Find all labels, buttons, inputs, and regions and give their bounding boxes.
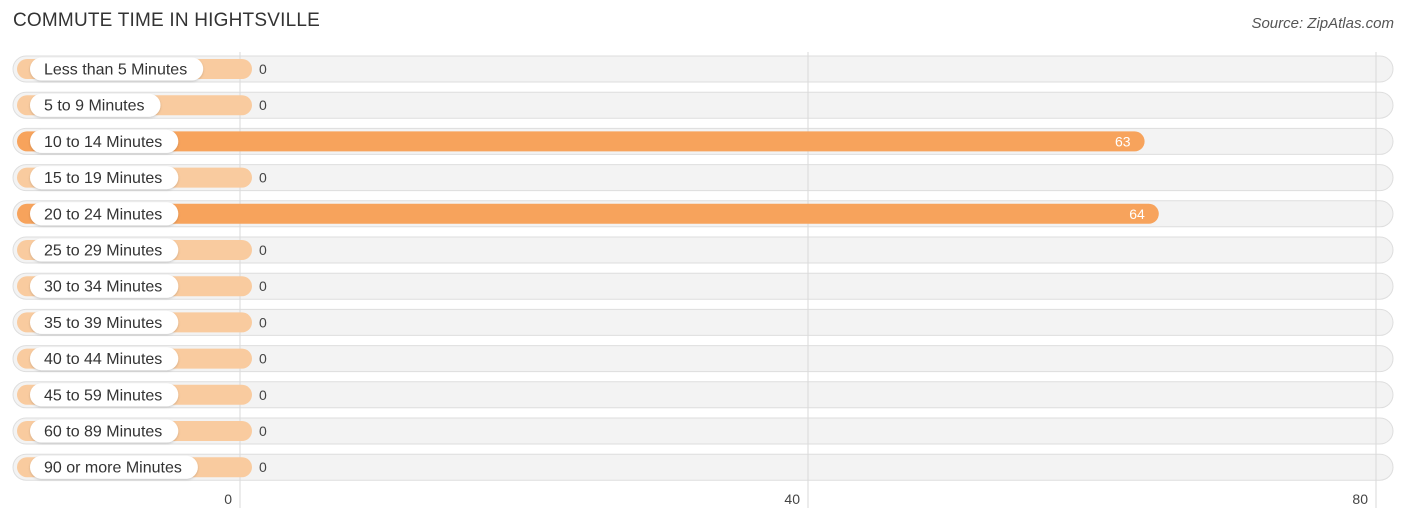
value-label: 0	[259, 97, 267, 113]
bar-row: 60 to 89 Minutes 0	[17, 419, 267, 443]
value-label: 64	[1129, 206, 1145, 222]
category-label: 25 to 29 Minutes	[44, 243, 162, 260]
x-tick-label: 0	[224, 491, 232, 507]
category-label: 15 to 19 Minutes	[44, 170, 162, 187]
category-label: 20 to 24 Minutes	[44, 206, 162, 223]
x-tick-label: 80	[1352, 491, 1368, 507]
value-label: 0	[259, 242, 267, 258]
bar-row: 45 to 59 Minutes 0	[17, 383, 267, 407]
bar-row: 90 or more Minutes 0	[17, 455, 267, 479]
bar-row: 40 to 44 Minutes 0	[17, 347, 267, 371]
category-label: 5 to 9 Minutes	[44, 98, 145, 115]
value-label: 0	[259, 61, 267, 77]
bar	[17, 203, 1159, 224]
category-label: 60 to 89 Minutes	[44, 424, 162, 441]
bar-row: 15 to 19 Minutes 0	[17, 166, 267, 190]
bar-row: 20 to 24 Minutes 64	[17, 202, 1159, 226]
bar-row: Less than 5 Minutes 0	[17, 57, 267, 81]
value-label: 0	[259, 459, 267, 475]
bar-row: 25 to 29 Minutes 0	[17, 238, 267, 262]
x-tick-label: 40	[784, 491, 800, 507]
category-label: 30 to 34 Minutes	[44, 279, 162, 296]
category-label: 35 to 39 Minutes	[44, 315, 162, 332]
category-label: Less than 5 Minutes	[44, 62, 187, 79]
value-label: 0	[259, 351, 267, 367]
bar-row: 30 to 34 Minutes 0	[17, 274, 267, 298]
value-label: 0	[259, 278, 267, 294]
bar-row: 5 to 9 Minutes 0	[17, 93, 267, 117]
value-label: 0	[259, 423, 267, 439]
bar	[17, 131, 1145, 152]
value-label: 0	[259, 387, 267, 403]
category-label: 45 to 59 Minutes	[44, 387, 162, 404]
category-label: 40 to 44 Minutes	[44, 351, 162, 368]
bar-row: 35 to 39 Minutes 0	[17, 310, 267, 334]
value-label: 0	[259, 314, 267, 330]
bar-row: 10 to 14 Minutes 63	[17, 129, 1145, 153]
value-label: 63	[1115, 133, 1131, 149]
category-label: 90 or more Minutes	[44, 460, 182, 477]
bar-chart: Less than 5 Minutes 0 5 to 9 Minutes 0 10 to…	[12, 52, 1394, 508]
value-label: 0	[259, 170, 267, 186]
category-label: 10 to 14 Minutes	[44, 134, 162, 151]
